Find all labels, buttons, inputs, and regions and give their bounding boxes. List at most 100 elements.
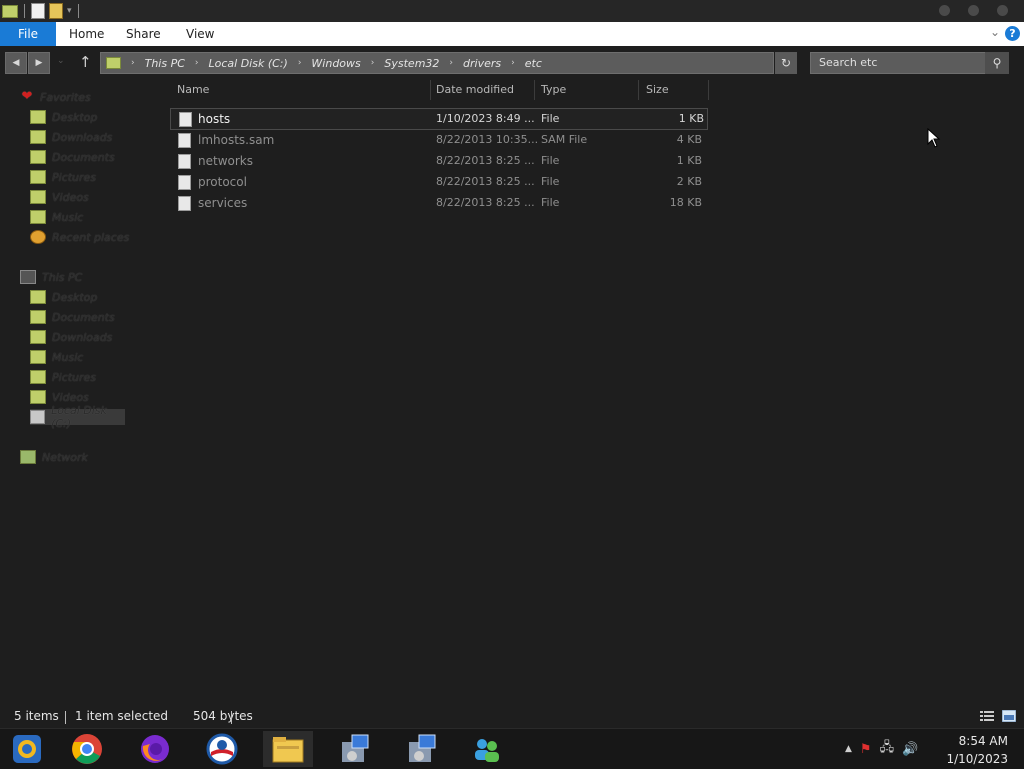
- column-header-date[interactable]: Date modified: [436, 80, 514, 100]
- maximize-button[interactable]: [968, 5, 979, 16]
- status-divider: [231, 711, 232, 724]
- chrome-icon[interactable]: [62, 731, 112, 767]
- properties-icon[interactable]: [31, 3, 45, 19]
- settings-app-icon[interactable]: [2, 731, 52, 767]
- nav-fav-recent-places[interactable]: Recent places: [30, 229, 129, 245]
- file-icon: [178, 133, 191, 148]
- file-row-hosts[interactable]: hosts 1/10/2023 8:49 ... File 1 KB: [170, 108, 708, 130]
- nav-fav-videos[interactable]: Videos: [30, 189, 89, 205]
- breadcrumb-system32[interactable]: System32: [384, 57, 439, 70]
- column-divider[interactable]: [534, 80, 535, 100]
- expand-ribbon-icon[interactable]: ⌄: [990, 25, 1000, 39]
- breadcrumb-local-disk[interactable]: Local Disk (C:): [209, 57, 288, 70]
- file-name: lmhosts.sam: [198, 133, 275, 147]
- file-tab[interactable]: File: [0, 22, 56, 46]
- tab-share[interactable]: Share: [126, 22, 161, 46]
- breadcrumb-chevron-icon[interactable]: ›: [371, 58, 375, 68]
- column-header-name[interactable]: Name: [177, 80, 209, 100]
- details-view-icon[interactable]: [980, 710, 994, 721]
- file-row-protocol[interactable]: protocol 8/22/2013 8:25 ... File 2 KB: [170, 172, 706, 192]
- search-icon[interactable]: ⚲: [985, 52, 1009, 74]
- nav-pc-music[interactable]: Music: [30, 349, 83, 365]
- show-hidden-icons-icon[interactable]: ▲: [845, 744, 852, 754]
- column-header-type[interactable]: Type: [541, 80, 566, 100]
- clock[interactable]: 8:54 AM 1/10/2023: [946, 732, 1008, 768]
- nav-pc-pictures[interactable]: Pictures: [30, 369, 96, 385]
- file-row-services[interactable]: services 8/22/2013 8:25 ... File 18 KB: [170, 193, 706, 213]
- nav-fav-downloads[interactable]: Downloads: [30, 129, 112, 145]
- installer-icon-2[interactable]: [397, 731, 447, 767]
- customize-arrow-icon[interactable]: ▾: [67, 6, 72, 16]
- file-type: SAM File: [541, 133, 588, 146]
- file-row-lmhosts[interactable]: lmhosts.sam 8/22/2013 10:35... SAM File …: [170, 130, 706, 150]
- back-button[interactable]: ◀: [5, 52, 27, 74]
- nav-favorites[interactable]: ❤ Favorites: [20, 89, 91, 105]
- nav-item-label: Desktop: [52, 110, 98, 124]
- breadcrumb-chevron-icon[interactable]: ›: [195, 58, 199, 68]
- column-divider[interactable]: [638, 80, 639, 100]
- installer-icon[interactable]: [330, 731, 380, 767]
- close-button[interactable]: [997, 5, 1008, 16]
- folder-icon: [30, 330, 46, 344]
- breadcrumb-windows[interactable]: Windows: [311, 57, 360, 70]
- taskbar: ▲ ⚑ 🖧 🔊 8:54 AM 1/10/2023: [0, 728, 1024, 769]
- search-input[interactable]: Search etc: [810, 52, 994, 74]
- new-folder-icon[interactable]: [49, 3, 63, 19]
- file-row-networks[interactable]: networks 8/22/2013 8:25 ... File 1 KB: [170, 151, 706, 171]
- network-status-icon[interactable]: 🖧: [880, 738, 895, 760]
- tab-view[interactable]: View: [186, 22, 214, 46]
- refresh-button[interactable]: ↻: [775, 52, 797, 74]
- large-icons-view-icon[interactable]: [1001, 709, 1017, 723]
- nav-pc-videos[interactable]: Videos: [30, 389, 89, 405]
- nav-pc-downloads[interactable]: Downloads: [30, 329, 112, 345]
- recent-locations-icon[interactable]: ⌄: [57, 56, 65, 66]
- nav-pc-local-disk[interactable]: Local Disk (C:): [30, 404, 125, 430]
- file-date: 8/22/2013 8:25 ...: [436, 196, 535, 209]
- nav-item-label: Downloads: [52, 130, 113, 144]
- file-size: 4 KB: [676, 133, 702, 146]
- recent-places-icon: [30, 230, 46, 244]
- nav-fav-documents[interactable]: Documents: [30, 149, 115, 165]
- nav-pc-documents[interactable]: Documents: [30, 309, 115, 325]
- up-arrow-icon[interactable]: ↑: [79, 53, 92, 71]
- breadcrumb-drivers[interactable]: drivers: [463, 57, 501, 70]
- column-header-size[interactable]: Size: [646, 80, 669, 100]
- clock-time: 8:54 AM: [958, 734, 1008, 748]
- nav-item-label: Music: [52, 210, 84, 224]
- breadcrumb-chevron-icon[interactable]: ›: [298, 58, 302, 68]
- breadcrumb-chevron-icon[interactable]: ›: [131, 58, 135, 68]
- nav-fav-pictures[interactable]: Pictures: [30, 169, 96, 185]
- nav-network[interactable]: Network: [20, 449, 88, 465]
- minimize-button[interactable]: [939, 5, 950, 16]
- breadcrumb-chevron-icon[interactable]: ›: [449, 58, 453, 68]
- volume-icon[interactable]: 🔊: [902, 742, 918, 757]
- nav-item-label: Pictures: [52, 370, 97, 384]
- obama-logo-icon[interactable]: [197, 731, 247, 767]
- forward-button[interactable]: ▶: [28, 52, 50, 74]
- nav-this-pc[interactable]: This PC: [20, 269, 82, 285]
- column-divider[interactable]: [430, 80, 431, 100]
- users-icon[interactable]: [462, 731, 512, 767]
- breadcrumb-this-pc[interactable]: This PC: [145, 57, 185, 70]
- address-bar[interactable]: › This PC › Local Disk (C:) › Windows › …: [100, 52, 774, 74]
- nav-this-pc-label: This PC: [42, 270, 83, 284]
- clock-date: 1/10/2023: [946, 752, 1008, 766]
- folder-icon: [30, 170, 46, 184]
- nav-fav-desktop[interactable]: Desktop: [30, 109, 97, 125]
- help-icon[interactable]: ?: [1005, 26, 1020, 41]
- breadcrumb-etc[interactable]: etc: [525, 57, 542, 70]
- nav-pc-desktop[interactable]: Desktop: [30, 289, 97, 305]
- file-type: File: [541, 154, 560, 167]
- tab-home[interactable]: Home: [69, 22, 104, 46]
- file-size: 18 KB: [669, 196, 702, 209]
- folder-icon: [30, 110, 46, 124]
- file-explorer-icon[interactable]: [263, 731, 313, 767]
- file-type: File: [541, 112, 560, 125]
- folder-icon: [30, 150, 46, 164]
- nav-item-label: Desktop: [52, 290, 98, 304]
- column-divider[interactable]: [708, 80, 709, 100]
- action-center-flag-icon[interactable]: ⚑: [860, 742, 872, 757]
- breadcrumb-chevron-icon[interactable]: ›: [511, 58, 515, 68]
- nav-fav-music[interactable]: Music: [30, 209, 83, 225]
- firefox-icon[interactable]: [130, 731, 180, 767]
